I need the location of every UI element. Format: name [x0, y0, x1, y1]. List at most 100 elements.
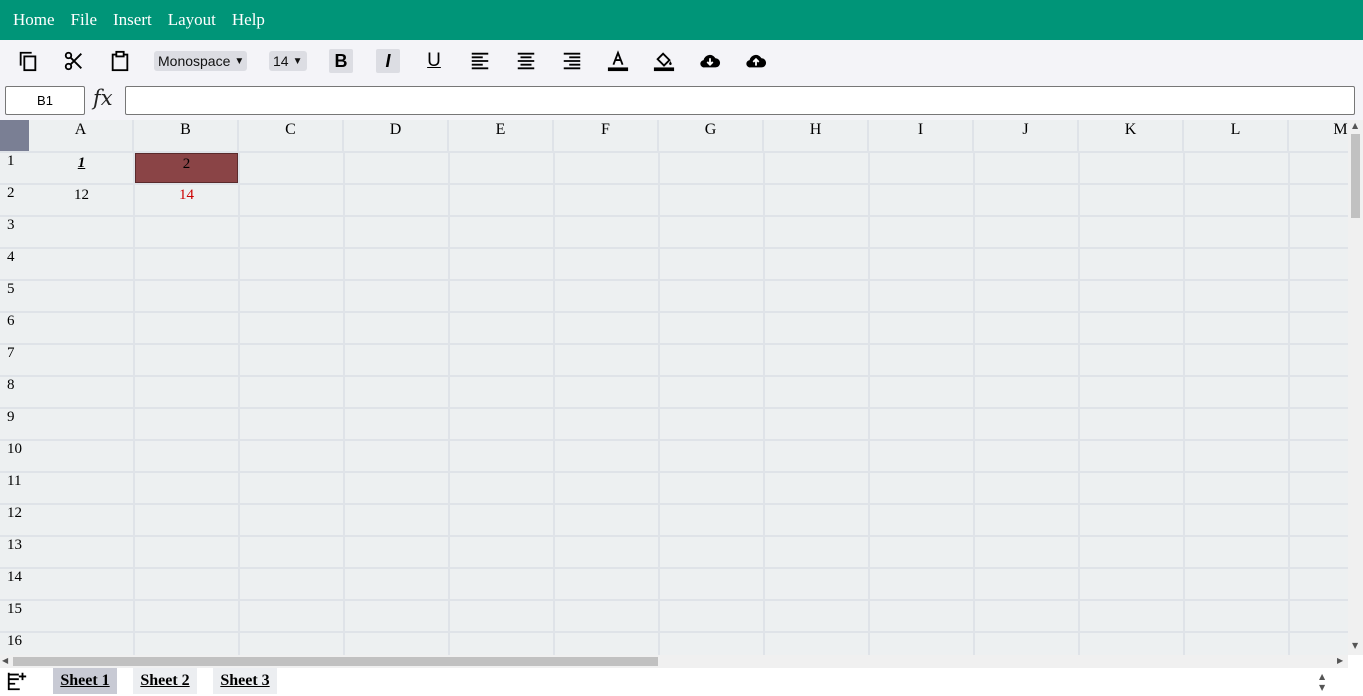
row-header-11[interactable]: 11: [0, 472, 29, 504]
column-header-b[interactable]: B: [134, 120, 239, 152]
row-divider: [0, 215, 1348, 217]
font-family-value: Monospace: [158, 53, 231, 69]
column-header-a[interactable]: A: [29, 120, 134, 152]
row-divider: [0, 631, 1348, 633]
row-header-16[interactable]: 16: [0, 632, 29, 655]
column-header-g[interactable]: G: [659, 120, 764, 152]
chevron-down-icon: ▼: [292, 55, 303, 67]
sheet-tab-2[interactable]: Sheet 2: [133, 668, 197, 694]
row-divider: [0, 567, 1348, 569]
scroll-right-icon[interactable]: ▶: [1337, 656, 1343, 665]
align-left-icon[interactable]: [469, 50, 491, 72]
cloud-upload-icon[interactable]: [745, 50, 767, 72]
column-header-m[interactable]: M: [1289, 120, 1348, 152]
row-header-9[interactable]: 9: [0, 408, 29, 440]
column-divider: [553, 152, 555, 655]
underline-icon: U: [427, 50, 441, 71]
menu-help[interactable]: Help: [232, 10, 265, 30]
column-header-j[interactable]: J: [974, 120, 1079, 152]
text-color-icon[interactable]: [607, 50, 629, 72]
menu-home[interactable]: Home: [13, 10, 55, 30]
cell-a2[interactable]: 12: [30, 185, 133, 215]
formula-bar: B1 fx: [0, 82, 1363, 120]
column-divider: [658, 152, 660, 655]
horizontal-scrollbar[interactable]: ◀ ▶: [0, 655, 1348, 668]
column-header-i[interactable]: I: [869, 120, 974, 152]
row-header-3[interactable]: 3: [0, 216, 29, 248]
row-divider: [0, 535, 1348, 537]
cut-icon[interactable]: [63, 50, 85, 72]
row-divider: [0, 503, 1348, 505]
chevron-down-icon: ▼: [234, 55, 245, 67]
row-divider: [0, 439, 1348, 441]
column-header-f[interactable]: F: [554, 120, 659, 152]
align-center-icon[interactable]: [515, 50, 537, 72]
row-divider: [0, 279, 1348, 281]
column-header-c[interactable]: C: [239, 120, 344, 152]
scroll-left-icon[interactable]: ◀: [2, 656, 8, 665]
row-header-4[interactable]: 4: [0, 248, 29, 280]
column-header-h[interactable]: H: [764, 120, 869, 152]
row-header-12[interactable]: 12: [0, 504, 29, 536]
copy-icon[interactable]: [17, 50, 39, 72]
vertical-scrollbar[interactable]: ▲ ▼: [1348, 120, 1363, 655]
paste-icon[interactable]: [109, 50, 131, 72]
row-divider: [0, 247, 1348, 249]
cell-b1[interactable]: 2: [135, 153, 238, 183]
fill-color-icon[interactable]: [653, 50, 675, 72]
select-all-corner[interactable]: [0, 120, 29, 152]
cell-b2[interactable]: 14: [135, 185, 238, 215]
row-header-2[interactable]: 2: [0, 184, 29, 216]
column-divider: [973, 152, 975, 655]
italic-button[interactable]: I: [376, 49, 400, 73]
sheet-tab-3[interactable]: Sheet 3: [213, 668, 277, 694]
menu-file[interactable]: File: [71, 10, 97, 30]
scroll-up-icon[interactable]: ▲: [1352, 121, 1358, 130]
sheet-scroll-up-icon[interactable]: ▲: [1319, 672, 1325, 681]
menu-layout[interactable]: Layout: [168, 10, 216, 30]
row-header-8[interactable]: 8: [0, 376, 29, 408]
italic-icon: I: [385, 50, 391, 71]
column-divider: [1288, 152, 1290, 655]
cell-a1[interactable]: 1: [30, 153, 133, 183]
font-size-select[interactable]: 14 ▼: [269, 51, 307, 71]
sheet-tab-1[interactable]: Sheet 1: [53, 668, 117, 694]
sheet-scroll-down-icon[interactable]: ▼: [1319, 683, 1325, 692]
add-sheet-icon[interactable]: [6, 670, 28, 692]
row-divider: [0, 599, 1348, 601]
row-divider: [0, 375, 1348, 377]
align-right-icon[interactable]: [561, 50, 583, 72]
row-divider: [0, 311, 1348, 313]
row-header-10[interactable]: 10: [0, 440, 29, 472]
row-header-1[interactable]: 1: [0, 152, 29, 184]
menu-insert[interactable]: Insert: [113, 10, 152, 30]
row-divider: [0, 343, 1348, 345]
column-divider: [343, 152, 345, 655]
row-header-15[interactable]: 15: [0, 600, 29, 632]
row-header-5[interactable]: 5: [0, 280, 29, 312]
formula-input[interactable]: [125, 86, 1355, 115]
column-header-d[interactable]: D: [344, 120, 449, 152]
column-divider: [448, 152, 450, 655]
column-header-l[interactable]: L: [1184, 120, 1289, 152]
column-divider: [1183, 152, 1185, 655]
column-header-e[interactable]: E: [449, 120, 554, 152]
scroll-down-icon[interactable]: ▼: [1352, 641, 1358, 650]
row-header-13[interactable]: 13: [0, 536, 29, 568]
row-header-7[interactable]: 7: [0, 344, 29, 376]
font-family-select[interactable]: Monospace ▼: [154, 51, 247, 71]
row-divider: [0, 407, 1348, 409]
row-header-6[interactable]: 6: [0, 312, 29, 344]
vertical-scroll-thumb[interactable]: [1351, 134, 1360, 218]
fx-icon: fx: [93, 86, 113, 110]
cloud-download-icon[interactable]: [699, 50, 721, 72]
cell-reference-input[interactable]: B1: [5, 86, 85, 115]
bold-button[interactable]: B: [329, 49, 353, 73]
toolbar: Monospace ▼ 14 ▼ B I U: [0, 40, 1363, 82]
underline-button[interactable]: U: [423, 50, 445, 72]
sheet-bar: Sheet 1 Sheet 2 Sheet 3 ▲ ▼: [0, 668, 1363, 695]
column-divider: [763, 152, 765, 655]
horizontal-scroll-thumb[interactable]: [13, 657, 658, 666]
row-header-14[interactable]: 14: [0, 568, 29, 600]
column-header-k[interactable]: K: [1079, 120, 1184, 152]
